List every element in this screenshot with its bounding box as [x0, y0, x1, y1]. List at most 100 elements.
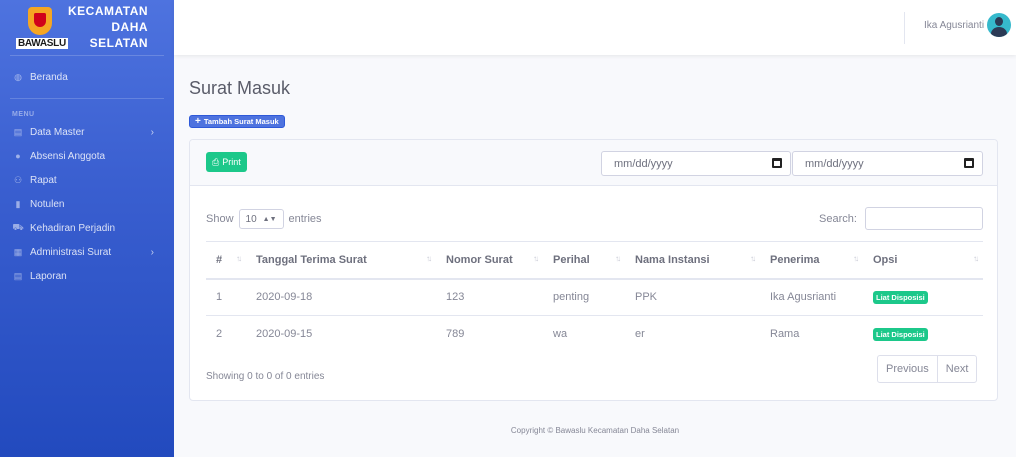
cell-penerima: Ika Agusrianti [760, 278, 863, 316]
table-header-row: # ↑↓ Tanggal Terima Surat ↑↓ Nomor Surat ↑↓… [206, 241, 983, 280]
next-button[interactable]: Next [936, 356, 977, 382]
sort-icon: ↑↓ [236, 254, 242, 263]
cell-instansi: er [625, 315, 760, 353]
sidebar-item-rapat[interactable]: ⚇ Rapat [0, 168, 174, 192]
report-icon: ▤ [13, 270, 23, 281]
sidebar-item-beranda[interactable]: ◍ Beranda [0, 65, 174, 89]
sort-icon: ↑↓ [853, 254, 859, 263]
print-button[interactable]: ⎙ Print [206, 152, 247, 172]
table-info: Showing 0 to 0 of 0 entries [206, 371, 325, 382]
previous-button[interactable]: Previous [878, 356, 937, 382]
surat-masuk-card: ⎙ Print mm/dd/yyyy mm/dd/yyyy Show 10 ▲▼… [189, 139, 998, 401]
folder-icon: ▤ [13, 126, 23, 137]
sort-icon: ↑↓ [426, 254, 432, 263]
sidebar-item-label: Data Master [30, 126, 85, 138]
cell-perihal: wa [543, 315, 625, 353]
sidebar-heading: MENU [12, 111, 35, 118]
cell-no: 2 [206, 315, 246, 353]
sidebar-item-label: Beranda [30, 71, 68, 83]
column-header-opsi[interactable]: Opsi ↑↓ [863, 241, 983, 280]
column-header-nomor[interactable]: Nomor Surat ↑↓ [436, 241, 543, 280]
sidebar-item-notulen[interactable]: ▮ Notulen [0, 192, 174, 216]
sidebar-item-kehadiran-perjadin[interactable]: ⛟ Kehadiran Perjadin [0, 216, 174, 240]
sidebar-item-administrasi-surat[interactable]: ▦ Administrasi Surat › [0, 240, 174, 264]
sidebar-item-absensi-anggota[interactable]: ● Absensi Anggota [0, 144, 174, 168]
search-label: Search: [819, 213, 857, 225]
chevron-right-icon: › [150, 126, 154, 138]
sort-icon: ↑↓ [533, 254, 539, 263]
cell-opsi: Liat Disposisi [863, 315, 983, 353]
liat-disposisi-button[interactable]: Liat Disposisi [873, 327, 928, 341]
note-icon: ▮ [15, 198, 21, 209]
cell-nomor: 123 [436, 278, 543, 316]
cell-opsi: Liat Disposisi [863, 278, 983, 316]
date-from-placeholder: mm/dd/yyyy [614, 157, 673, 170]
mail-icon: ▦ [13, 246, 23, 257]
date-to-input[interactable]: mm/dd/yyyy [792, 151, 983, 176]
sidebar: BAWASLU KECAMATAN DAHA SELATAN ◍ Beranda… [0, 0, 174, 457]
chevron-right-icon: › [150, 246, 154, 258]
column-header-instansi[interactable]: Nama Instansi ↑↓ [625, 241, 760, 280]
brand-line-3: SELATAN [89, 36, 149, 50]
card-header: ⎙ Print mm/dd/yyyy mm/dd/yyyy [190, 140, 997, 186]
pagination: Previous Next [877, 355, 978, 383]
printer-icon: ⎙ [212, 156, 220, 167]
column-header-no[interactable]: # ↑↓ [206, 241, 246, 280]
sidebar-item-label: Laporan [30, 270, 67, 282]
add-surat-masuk-button[interactable]: + Tambah Surat Masuk [189, 115, 285, 128]
calendar-icon[interactable] [772, 158, 782, 168]
user-check-icon: ● [15, 151, 21, 161]
surat-masuk-table: # ↑↓ Tanggal Terima Surat ↑↓ Nomor Surat ↑↓… [206, 241, 983, 353]
cell-nomor: 789 [436, 315, 543, 353]
users-icon: ⚇ [13, 174, 23, 185]
user-name[interactable]: Ika Agusrianti [924, 20, 984, 31]
footer-copyright: Copyright © Bawaslu Kecamatan Daha Selat… [510, 426, 680, 435]
cell-instansi: PPK [625, 278, 760, 316]
brand-name: KECAMATAN DAHA SELATAN [68, 3, 148, 51]
entries-value: 10 [245, 213, 257, 225]
column-header-perihal[interactable]: Perihal ↑↓ [543, 241, 625, 280]
cell-perihal: penting [543, 278, 625, 316]
sort-icon: ↑↓ [973, 254, 979, 263]
brand[interactable]: BAWASLU KECAMATAN DAHA SELATAN [0, 0, 174, 55]
cell-penerima: Rama [760, 315, 863, 353]
page-title: Surat Masuk [189, 78, 291, 98]
table-row: 1 2020-09-18 123 penting PPK Ika Agusria… [206, 278, 983, 316]
brand-line-1: KECAMATAN [68, 4, 149, 18]
column-header-tanggal[interactable]: Tanggal Terima Surat ↑↓ [246, 241, 436, 280]
cell-no: 1 [206, 278, 246, 316]
sidebar-item-label: Rapat [30, 174, 57, 186]
date-from-input[interactable]: mm/dd/yyyy [601, 151, 791, 176]
entries-length-control: Show 10 ▲▼ entries [206, 209, 322, 229]
liat-disposisi-button[interactable]: Liat Disposisi [873, 290, 928, 304]
sidebar-item-label: Notulen [30, 198, 65, 210]
sort-icon: ↑↓ [615, 254, 621, 263]
entries-label: entries [288, 213, 322, 225]
sidebar-divider [10, 55, 164, 56]
sort-icon: ↑↓ [750, 254, 756, 263]
sidebar-item-data-master[interactable]: ▤ Data Master › [0, 120, 174, 144]
sidebar-item-laporan[interactable]: ▤ Laporan [0, 264, 174, 288]
avatar[interactable] [987, 13, 1011, 37]
brand-line-2: DAHA [111, 20, 149, 34]
print-button-label: Print [222, 157, 241, 167]
bawaslu-logo: BAWASLU [16, 5, 68, 51]
cell-tanggal: 2020-09-15 [246, 315, 436, 353]
entries-select[interactable]: 10 ▲▼ [238, 209, 284, 229]
search-input[interactable] [865, 207, 983, 230]
logo-text: BAWASLU [16, 37, 68, 49]
car-icon: ⛟ [12, 222, 24, 232]
dashboard-icon: ◍ [14, 71, 22, 82]
plus-icon: + [195, 116, 201, 127]
sidebar-item-label: Kehadiran Perjadin [30, 222, 116, 234]
sidebar-item-label: Absensi Anggota [30, 150, 106, 162]
add-button-label: Tambah Surat Masuk [203, 117, 279, 126]
cell-tanggal: 2020-09-18 [246, 278, 436, 316]
date-to-placeholder: mm/dd/yyyy [805, 157, 864, 170]
calendar-icon[interactable] [964, 158, 974, 168]
column-header-penerima[interactable]: Penerima ↑↓ [760, 241, 863, 280]
sidebar-item-label: Administrasi Surat [30, 246, 112, 258]
topbar-divider [904, 12, 905, 44]
show-label: Show [206, 213, 234, 225]
topbar: Ika Agusrianti [174, 0, 1016, 55]
